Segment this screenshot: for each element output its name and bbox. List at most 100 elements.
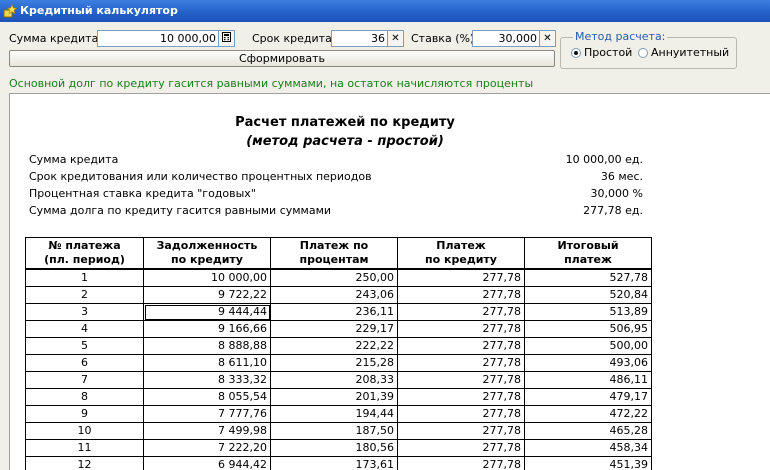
summary-value: 277,78 ед. bbox=[583, 204, 643, 217]
table-cell[interactable]: 277,78 bbox=[398, 304, 525, 321]
table-row: 58 888,88222,22277,78500,00 bbox=[26, 338, 652, 355]
table-cell[interactable]: 8 055,54 bbox=[144, 389, 271, 406]
calculator-button[interactable] bbox=[218, 31, 234, 46]
report-sheet[interactable]: Расчет платежей по кредиту (метод расчет… bbox=[9, 93, 770, 470]
table-cell[interactable]: 250,00 bbox=[271, 269, 398, 287]
table-cell[interactable]: 479,17 bbox=[525, 389, 652, 406]
method-simple-label: Простой bbox=[584, 46, 632, 59]
table-row: 107 499,98187,50277,78465,28 bbox=[26, 423, 652, 440]
table-cell[interactable]: 277,78 bbox=[398, 423, 525, 440]
summary-key: Процентная ставка кредита "годовых" bbox=[29, 187, 256, 200]
table-cell[interactable]: 5 bbox=[26, 338, 144, 355]
table-cell[interactable]: 9 bbox=[26, 406, 144, 423]
loan-amount-label: Сумма кредита: bbox=[9, 32, 102, 45]
table-cell[interactable]: 1 bbox=[26, 269, 144, 287]
method-group-title: Метод расчета: bbox=[573, 30, 667, 43]
table-cell[interactable]: 277,78 bbox=[398, 269, 525, 287]
summary-key: Срок кредитования или количество процент… bbox=[29, 170, 372, 183]
clear-icon: ✕ bbox=[543, 33, 551, 44]
table-cell[interactable]: 201,39 bbox=[271, 389, 398, 406]
table-cell[interactable]: 4 bbox=[26, 321, 144, 338]
table-cell[interactable]: 10 000,00 bbox=[144, 269, 271, 287]
column-header: Платеж попроцентам bbox=[271, 238, 398, 270]
table-cell[interactable]: 194,44 bbox=[271, 406, 398, 423]
table-cell[interactable]: 277,78 bbox=[398, 440, 525, 457]
clear-icon: ✕ bbox=[391, 33, 399, 44]
column-header: Итоговыйплатеж bbox=[525, 238, 652, 270]
table-cell[interactable]: 3 bbox=[26, 304, 144, 321]
table-cell[interactable]: 277,78 bbox=[398, 321, 525, 338]
table-cell[interactable]: 277,78 bbox=[398, 287, 525, 304]
table-cell[interactable]: 243,06 bbox=[271, 287, 398, 304]
rate-clear-button[interactable]: ✕ bbox=[539, 31, 555, 46]
generate-button[interactable]: Сформировать bbox=[9, 50, 555, 67]
table-cell[interactable]: 8 bbox=[26, 389, 144, 406]
table-cell[interactable]: 11 bbox=[26, 440, 144, 457]
summary-value: 30,000 % bbox=[591, 187, 643, 200]
table-cell[interactable]: 7 bbox=[26, 372, 144, 389]
table-cell[interactable]: 2 bbox=[26, 287, 144, 304]
table-row: 126 944,42173,61277,78451,39 bbox=[26, 457, 652, 470]
table-cell[interactable]: 6 bbox=[26, 355, 144, 372]
table-cell[interactable]: 9 444,44 bbox=[144, 304, 271, 321]
table-cell[interactable]: 451,39 bbox=[525, 457, 652, 470]
table-cell[interactable]: 486,11 bbox=[525, 372, 652, 389]
rate-value: 30,000 bbox=[499, 32, 538, 45]
table-cell[interactable]: 500,00 bbox=[525, 338, 652, 355]
table-cell[interactable]: 277,78 bbox=[398, 406, 525, 423]
method-hint: Основной долг по кредиту гасится равными… bbox=[9, 77, 533, 90]
term-value: 36 bbox=[371, 32, 385, 45]
table-row: 78 333,32208,33277,78486,11 bbox=[26, 372, 652, 389]
table-row: 97 777,76194,44277,78472,22 bbox=[26, 406, 652, 423]
table-cell[interactable]: 7 499,98 bbox=[144, 423, 271, 440]
table-cell[interactable]: 8 888,88 bbox=[144, 338, 271, 355]
loan-amount-field[interactable]: 10 000,00 bbox=[97, 30, 235, 47]
table-cell[interactable]: 472,22 bbox=[525, 406, 652, 423]
table-row: 39 444,44236,11277,78513,89 bbox=[26, 304, 652, 321]
table-cell[interactable]: 236,11 bbox=[271, 304, 398, 321]
table-cell[interactable]: 506,95 bbox=[525, 321, 652, 338]
table-cell[interactable]: 10 bbox=[26, 423, 144, 440]
summary-key: Сумма кредита bbox=[29, 153, 118, 166]
table-cell[interactable]: 215,28 bbox=[271, 355, 398, 372]
table-cell[interactable]: 208,33 bbox=[271, 372, 398, 389]
table-cell[interactable]: 8 333,32 bbox=[144, 372, 271, 389]
window-titlebar: Кредитный калькулятор bbox=[0, 0, 770, 22]
method-annuity-radio[interactable]: Аннуитетный bbox=[638, 46, 729, 59]
table-cell[interactable]: 9 722,22 bbox=[144, 287, 271, 304]
table-cell[interactable]: 493,06 bbox=[525, 355, 652, 372]
term-label: Срок кредита: bbox=[252, 32, 336, 45]
table-row: 49 166,66229,17277,78506,95 bbox=[26, 321, 652, 338]
table-cell[interactable]: 277,78 bbox=[398, 338, 525, 355]
radio-checked-icon bbox=[571, 48, 581, 58]
table-cell[interactable]: 277,78 bbox=[398, 457, 525, 470]
app-icon bbox=[3, 4, 17, 18]
term-field[interactable]: 36 ✕ bbox=[331, 30, 404, 47]
rate-field[interactable]: 30,000 ✕ bbox=[472, 30, 556, 47]
table-cell[interactable]: 222,22 bbox=[271, 338, 398, 355]
table-cell[interactable]: 180,56 bbox=[271, 440, 398, 457]
table-cell[interactable]: 7 777,76 bbox=[144, 406, 271, 423]
table-cell[interactable]: 7 222,20 bbox=[144, 440, 271, 457]
table-cell[interactable]: 277,78 bbox=[398, 389, 525, 406]
table-cell[interactable]: 9 166,66 bbox=[144, 321, 271, 338]
table-cell[interactable]: 513,89 bbox=[525, 304, 652, 321]
table-row: 88 055,54201,39277,78479,17 bbox=[26, 389, 652, 406]
summary-key: Сумма долга по кредиту гасится равными с… bbox=[29, 204, 331, 217]
table-cell[interactable]: 277,78 bbox=[398, 355, 525, 372]
table-cell[interactable]: 465,28 bbox=[525, 423, 652, 440]
table-cell[interactable]: 229,17 bbox=[271, 321, 398, 338]
table-cell[interactable]: 173,61 bbox=[271, 457, 398, 470]
table-cell[interactable]: 458,34 bbox=[525, 440, 652, 457]
method-simple-radio[interactable]: Простой bbox=[571, 46, 632, 59]
table-cell[interactable]: 187,50 bbox=[271, 423, 398, 440]
term-clear-button[interactable]: ✕ bbox=[387, 31, 403, 46]
table-cell[interactable]: 8 611,10 bbox=[144, 355, 271, 372]
table-cell[interactable]: 527,78 bbox=[525, 269, 652, 287]
table-cell[interactable]: 277,78 bbox=[398, 372, 525, 389]
window-title: Кредитный калькулятор bbox=[20, 0, 178, 22]
table-cell[interactable]: 12 bbox=[26, 457, 144, 470]
table-cell[interactable]: 520,84 bbox=[525, 287, 652, 304]
table-cell[interactable]: 6 944,42 bbox=[144, 457, 271, 470]
column-header: Платежпо кредиту bbox=[398, 238, 525, 270]
